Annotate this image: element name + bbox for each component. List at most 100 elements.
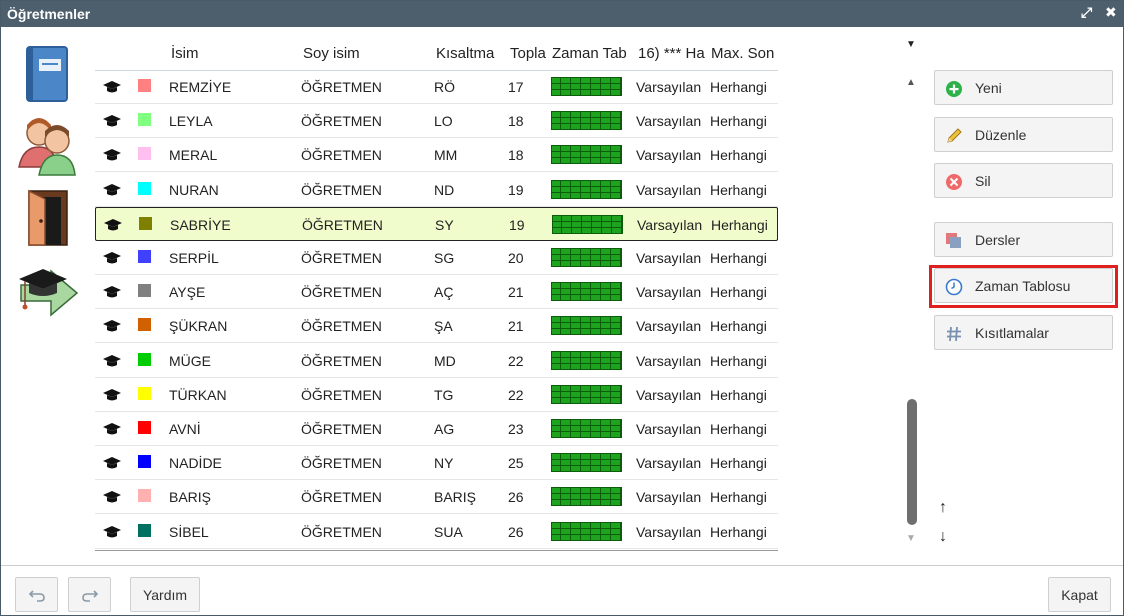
max-cell: Herhangi [710,352,767,369]
table-row[interactable]: NURAN ÖĞRETMEN ND 19 Varsayılan Herhangi [95,173,778,207]
teacher-surname-cell: ÖĞRETMEN [302,216,383,233]
redo-button[interactable] [68,577,111,612]
column-header-short[interactable]: Kısaltma [436,45,506,62]
max-cell: Herhangi [710,318,767,335]
teacher-surname-cell: ÖĞRETMEN [301,318,382,335]
column-header-total[interactable]: Topla [510,45,547,62]
lessons-stack-icon [946,233,961,248]
color-swatch [138,284,151,298]
hours-cell: Varsayılan [636,455,702,472]
redo-icon [82,590,99,602]
timetable-mini-grid [551,77,622,96]
column-header-max[interactable]: Max. Son [711,45,777,62]
max-cell: Herhangi [710,147,767,164]
table-row[interactable]: LEYLA ÖĞRETMEN LO 18 Varsayılan Herhangi [95,104,778,139]
teacher-surname-cell: ÖĞRETMEN [301,386,382,403]
table-row[interactable]: AVNİ ÖĞRETMEN AG 23 Varsayılan Herhangi [95,412,778,446]
column-header-timetable[interactable]: Zaman Tab [552,45,632,62]
graduation-cap-icon [104,218,122,231]
graduation-cap-icon [103,354,121,367]
teacher-name-cell: SABRİYE [170,216,231,233]
teacher-short-cell: MD [434,352,456,369]
teacher-surname-cell: ÖĞRETMEN [301,352,382,369]
graduation-cap-icon [103,491,121,503]
teacher-name-cell: MERAL [169,147,218,164]
close-icon[interactable]: ✖ [1105,4,1117,21]
teacher-surname-cell: ÖĞRETMEN [301,421,382,437]
edit-button-label: Düzenle [975,127,1027,143]
graduation-arrow-icon[interactable] [15,263,81,327]
timetable-mini-grid [551,282,622,302]
undo-button[interactable] [15,577,58,612]
constraints-button[interactable]: Kısıtlamalar [934,315,1113,350]
graduation-cap-icon [103,149,121,161]
table-row[interactable]: AYŞE ÖĞRETMEN AÇ 21 Varsayılan Herhangi [95,275,778,310]
color-swatch [138,352,151,366]
close-button-label: Kapat [1061,587,1098,603]
help-button[interactable]: Yardım [130,577,200,612]
total-hours-cell: 25 [508,455,524,472]
scrollbar-thumb[interactable] [907,399,917,525]
table-row[interactable]: SERPİL ÖĞRETMEN SG 20 Varsayılan Herhangi [95,241,778,275]
total-hours-cell: 19 [508,181,524,198]
teacher-name-cell: SİBEL [169,523,209,540]
teacher-name-cell: TÜRKAN [169,386,227,403]
max-cell: Herhangi [711,216,768,233]
max-cell: Herhangi [710,455,767,472]
delete-button-label: Sil [975,173,991,189]
table-row[interactable]: REMZİYE ÖĞRETMEN RÖ 17 Varsayılan Herhangi [95,70,778,104]
close-button[interactable]: Kapat [1048,577,1111,612]
table-row[interactable]: SİBEL ÖĞRETMEN SUA 26 Varsayılan Herhangi [95,515,778,549]
teacher-name-cell: MÜGE [169,352,211,369]
move-up-arrow-icon[interactable]: ↑ [939,499,947,517]
color-swatch [138,489,151,503]
scroll-down-arrow-icon[interactable]: ▼ [906,533,916,544]
color-swatch [139,216,152,230]
teacher-surname-cell: ÖĞRETMEN [301,113,382,130]
teachers-icon[interactable] [17,115,83,179]
lessons-button[interactable]: Dersler [934,222,1113,257]
color-swatch [138,421,151,434]
total-hours-cell: 17 [508,79,524,95]
column-header-hours[interactable]: 16) *** Ha [638,45,710,62]
table-row[interactable]: MÜGE ÖĞRETMEN MD 22 Varsayılan Herhangi [95,344,778,378]
table-row[interactable]: TÜRKAN ÖĞRETMEN TG 22 Varsayılan Herhangi [95,378,778,412]
column-header-name[interactable]: İsim [171,45,291,62]
column-menu-arrow-icon[interactable]: ▼ [906,39,916,50]
teacher-short-cell: SUA [434,523,463,540]
maximize-icon[interactable]: ⤢ [1081,4,1092,21]
table-row[interactable]: MERAL ÖĞRETMEN MM 18 Varsayılan Herhangi [95,138,778,173]
move-down-arrow-icon[interactable]: ↓ [939,528,947,546]
grid-scrollbar[interactable]: ▲ ▼ [904,77,920,547]
total-hours-cell: 26 [508,523,524,540]
teacher-surname-cell: ÖĞRETMEN [301,455,382,472]
total-hours-cell: 18 [508,147,524,164]
column-header-surname[interactable]: Soy isim [303,45,423,62]
new-button[interactable]: Yeni [934,70,1113,105]
new-button-label: Yeni [975,80,1002,96]
graduation-cap-icon [103,115,121,127]
teacher-short-cell: BARIŞ [434,489,477,506]
table-row[interactable]: NADİDE ÖĞRETMEN NY 25 Varsayılan Herhangi [95,446,778,481]
delete-button[interactable]: Sil [934,163,1113,198]
footer-divider [1,565,1123,566]
timetable-mini-grid [551,179,622,199]
teacher-short-cell: AÇ [434,284,454,301]
edit-button[interactable]: Düzenle [934,117,1113,152]
table-row[interactable]: SABRİYE ÖĞRETMEN SY 19 Varsayılan Herhangi [95,206,778,241]
color-swatch [138,181,151,195]
delete-circle-icon [946,174,962,190]
teacher-surname-cell: ÖĞRETMEN [301,181,382,198]
max-cell: Herhangi [710,523,767,540]
teacher-short-cell: NY [434,455,454,472]
total-hours-cell: 22 [508,386,524,403]
hours-cell: Varsayılan [636,284,702,301]
table-row[interactable]: ŞÜKRAN ÖĞRETMEN ŞA 21 Varsayılan Herhangi [95,309,778,344]
classroom-door-icon[interactable] [23,187,89,251]
scroll-up-arrow-icon[interactable]: ▲ [906,77,916,88]
table-row[interactable]: BARIŞ ÖĞRETMEN BARIŞ 26 Varsayılan Herhangi [95,480,778,515]
help-button-label: Yardım [142,587,188,603]
pencil-icon [947,128,962,143]
hours-cell: Varsayılan [636,113,702,130]
subjects-book-icon[interactable] [21,45,87,109]
